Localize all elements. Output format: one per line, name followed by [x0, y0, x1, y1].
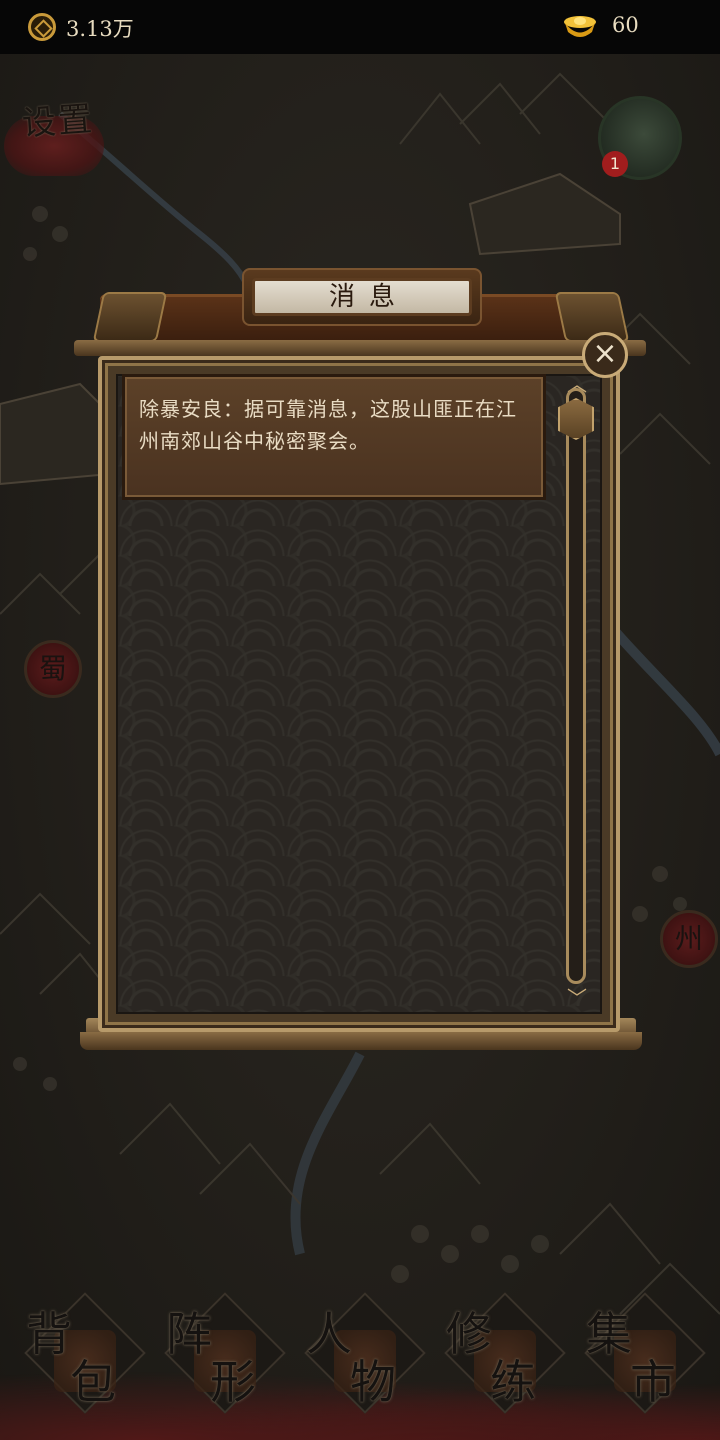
- top-status-bar: 3.13万 60: [0, 0, 720, 54]
- settings-button[interactable]: 设置: [4, 84, 114, 194]
- settings-label: 设置: [20, 99, 96, 145]
- nav-label-char: 物: [350, 1355, 396, 1409]
- ingot-amount: 60: [612, 13, 639, 37]
- nav-training-button[interactable]: 修 练: [440, 1292, 570, 1424]
- notification-badge: 1: [602, 151, 628, 177]
- nav-label-char: 形: [210, 1355, 256, 1409]
- dialog-base: [80, 1032, 642, 1050]
- city-marker-zhou[interactable]: 州: [660, 910, 718, 968]
- nav-label-char: 背: [26, 1307, 72, 1361]
- roof-corner-left: [92, 292, 168, 342]
- close-button[interactable]: ×: [582, 332, 628, 378]
- message-dialog: 消息 除暴安良：据可靠消息，这股山匪正在江州南郊山谷中秘密聚会。 ︿ ﹀ ×: [70, 262, 650, 1058]
- dialog-title-plate: 消息: [242, 268, 482, 326]
- nav-character-button[interactable]: 人 物: [300, 1292, 430, 1424]
- close-icon: ×: [592, 336, 618, 371]
- scroll-down-chevron-icon[interactable]: ﹀: [564, 988, 590, 1008]
- nav-formation-button[interactable]: 阵 形: [160, 1292, 290, 1424]
- scrollbar-track[interactable]: [566, 388, 586, 984]
- dialog-title: 消息: [252, 278, 472, 316]
- nav-label-char: 修: [446, 1307, 492, 1361]
- copper-coin-icon: [28, 13, 56, 41]
- nav-label-char: 集: [586, 1307, 632, 1361]
- message-text: 除暴安良：据可靠消息，这股山匪正在江州南郊山谷中秘密聚会。: [139, 397, 517, 453]
- coin-amount: 3.13万: [66, 17, 134, 41]
- dialog-eave: [74, 340, 646, 356]
- nav-label-char: 包: [70, 1355, 116, 1409]
- nav-label-char: 人: [306, 1307, 352, 1361]
- nav-label-char: 市: [630, 1355, 676, 1409]
- message-item[interactable]: 除暴安良：据可靠消息，这股山匪正在江州南郊山谷中秘密聚会。: [122, 374, 546, 500]
- nav-label-char: 练: [490, 1355, 536, 1409]
- gold-ingot-icon: [564, 16, 596, 37]
- nav-label-char: 阵: [166, 1307, 212, 1361]
- nav-backpack-button[interactable]: 背 包: [20, 1292, 150, 1424]
- nav-market-button[interactable]: 集 市: [580, 1292, 710, 1424]
